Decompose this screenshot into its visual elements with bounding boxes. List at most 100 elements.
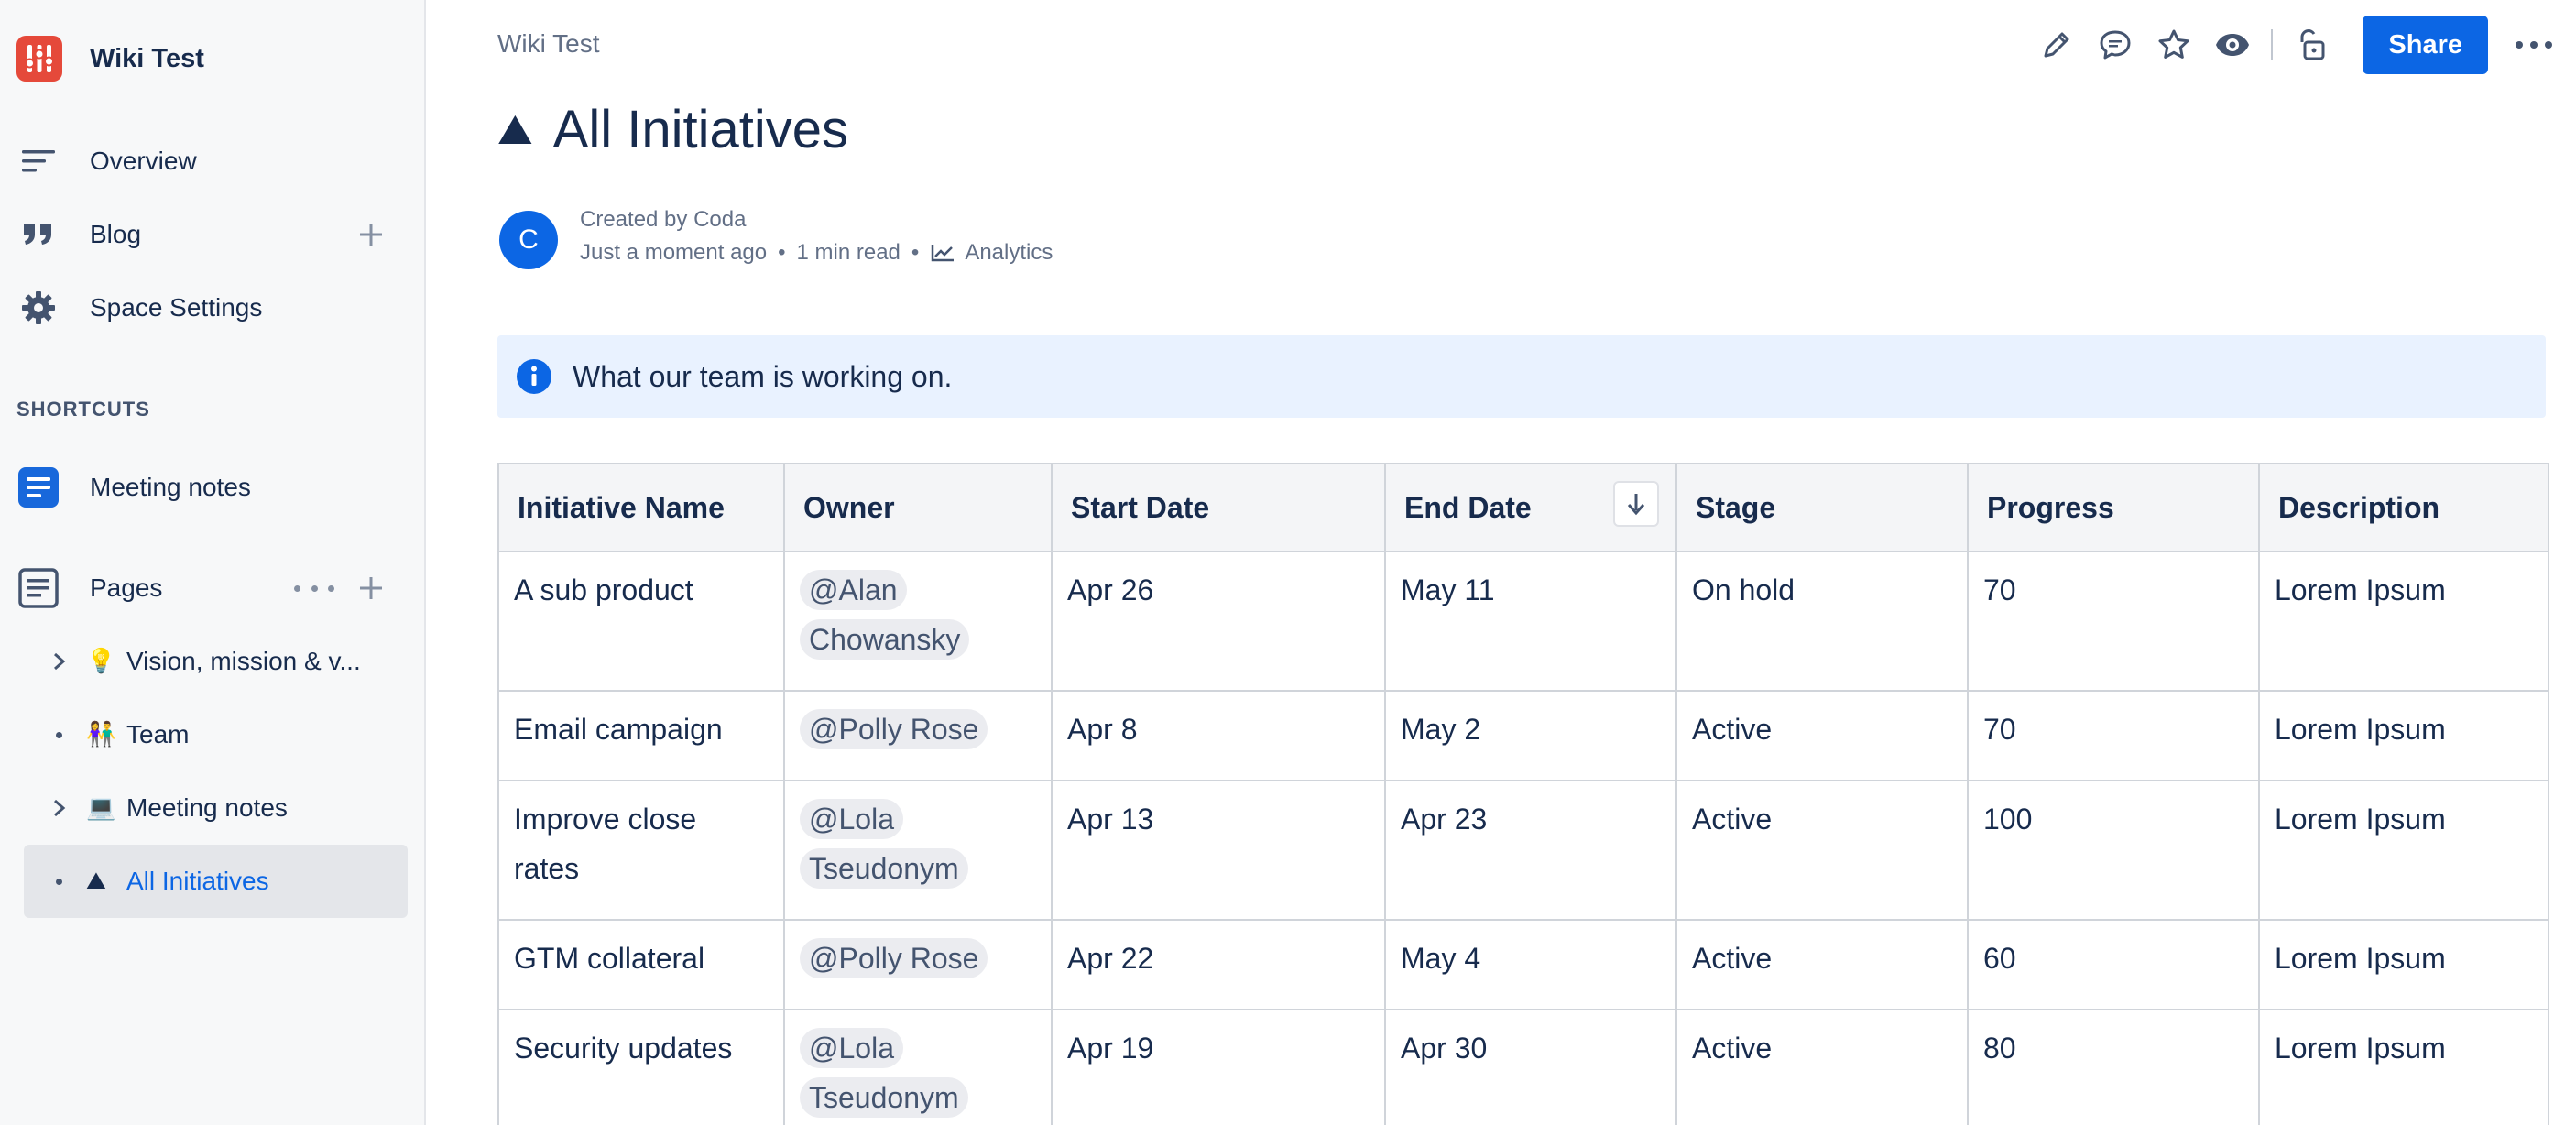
cell-progress[interactable]: 70	[1967, 551, 2260, 692]
page-toolbar: Share	[2035, 13, 2576, 77]
cell-stage[interactable]: Active	[1675, 780, 1969, 921]
info-panel: What our team is working on.	[497, 335, 2546, 418]
cell-end-date[interactable]: May 4	[1384, 919, 1677, 1010]
user-mention[interactable]: @Polly Rose	[800, 938, 988, 978]
info-text: What our team is working on.	[573, 359, 953, 393]
page-tree-item[interactable]: 💡 Vision, mission & v...	[24, 625, 408, 698]
add-page-plus-icon[interactable]	[355, 572, 387, 605]
byline-meta: Just a moment ago • 1 min read • Analyti…	[580, 240, 1053, 266]
page-tree-label: Meeting notes	[126, 793, 288, 822]
cell-initiative-name[interactable]: Improve close rates	[497, 780, 785, 921]
column-header[interactable]: Start Date	[1051, 463, 1386, 552]
cell-start-date[interactable]: Apr 26	[1051, 551, 1386, 692]
user-mention[interactable]: @Alan Chowansky	[800, 570, 970, 660]
sidebar-item-label: Pages	[90, 573, 163, 602]
table-row: Email campaign @Polly Rose Apr 8 May 2 A…	[497, 690, 2549, 781]
cell-end-date[interactable]: May 11	[1384, 551, 1677, 692]
sort-arrow-down-icon[interactable]	[1613, 481, 1659, 527]
cell-end-date[interactable]: May 2	[1384, 690, 1677, 781]
cell-progress[interactable]: 80	[1967, 1009, 2260, 1125]
cell-progress[interactable]: 70	[1967, 690, 2260, 781]
cell-description[interactable]: Lorem Ipsum	[2258, 690, 2549, 781]
add-blog-plus-icon[interactable]	[355, 218, 387, 251]
sidebar-item-space-settings[interactable]: Space Settings	[16, 279, 408, 337]
sidebar-item-shortcut-meeting-notes[interactable]: Meeting notes	[16, 458, 408, 517]
cell-description[interactable]: Lorem Ipsum	[2258, 919, 2549, 1010]
cell-initiative-name[interactable]: Email campaign	[497, 690, 785, 781]
mountain-emoji-icon: ⛰	[86, 867, 106, 895]
cell-owner[interactable]: @Lola Tseudonym	[783, 1009, 1053, 1125]
bullet-icon	[56, 731, 62, 738]
column-header[interactable]: Owner	[783, 463, 1053, 552]
sidebar-item-label: Overview	[90, 147, 197, 175]
main-content: Wiki Test Share ⛰ All Initiatives C Crea…	[428, 0, 2576, 1125]
column-header-label: End Date	[1404, 490, 1532, 524]
cell-end-date[interactable]: Apr 23	[1384, 780, 1677, 921]
cell-start-date[interactable]: Apr 13	[1051, 780, 1386, 921]
space-header[interactable]: Wiki Test	[16, 33, 204, 84]
watch-eye-icon[interactable]	[2210, 23, 2254, 67]
star-icon[interactable]	[2152, 23, 2196, 67]
sidebar-item-blog[interactable]: Blog	[16, 205, 408, 264]
gear-icon	[16, 286, 60, 330]
cell-stage[interactable]: Active	[1675, 919, 1969, 1010]
page-tree-label: Team	[126, 720, 190, 748]
cell-initiative-name[interactable]: A sub product	[497, 551, 785, 692]
more-actions-icon[interactable]	[2508, 23, 2560, 67]
column-header[interactable]: Stage	[1675, 463, 1969, 552]
quote-icon	[16, 213, 60, 257]
cell-owner[interactable]: @Polly Rose	[783, 919, 1053, 1010]
cell-owner[interactable]: @Lola Tseudonym	[783, 780, 1053, 921]
analytics-link[interactable]: Analytics	[930, 240, 1053, 266]
cell-progress[interactable]: 60	[1967, 919, 2260, 1010]
page-tree-item[interactable]: 💻 Meeting notes	[24, 771, 408, 845]
page-title: All Initiatives	[552, 100, 848, 159]
cell-description[interactable]: Lorem Ipsum	[2258, 780, 2549, 921]
read-time: 1 min read	[796, 240, 901, 265]
share-button[interactable]: Share	[2363, 16, 2488, 74]
page-tree-item[interactable]: 👫 Team	[24, 698, 408, 771]
breadcrumb[interactable]: Wiki Test	[497, 29, 600, 59]
column-header-sorted[interactable]: End Date	[1384, 463, 1677, 552]
initiatives-table: Initiative Name Owner Start Date End Dat…	[497, 463, 2549, 1125]
column-header[interactable]: Initiative Name	[497, 463, 785, 552]
cell-start-date[interactable]: Apr 22	[1051, 919, 1386, 1010]
sidebar-item-overview[interactable]: Overview	[16, 132, 408, 191]
dot-separator: •	[911, 240, 920, 265]
document-icon	[16, 465, 60, 509]
cell-description[interactable]: Lorem Ipsum	[2258, 1009, 2549, 1125]
cell-start-date[interactable]: Apr 19	[1051, 1009, 1386, 1125]
cell-description[interactable]: Lorem Ipsum	[2258, 551, 2549, 692]
page-tree-label: Vision, mission & v...	[126, 647, 361, 675]
mountain-emoji-icon[interactable]: ⛰	[497, 104, 533, 156]
user-mention[interactable]: @Lola Tseudonym	[800, 1028, 968, 1118]
column-header[interactable]: Progress	[1967, 463, 2260, 552]
sidebar-item-pages[interactable]: Pages	[16, 559, 408, 617]
comment-icon[interactable]	[2093, 23, 2137, 67]
user-mention[interactable]: @Lola Tseudonym	[800, 799, 968, 889]
cell-owner[interactable]: @Polly Rose	[783, 690, 1053, 781]
space-logo-icon	[16, 36, 62, 82]
unlocked-icon[interactable]	[2289, 23, 2333, 67]
cell-owner[interactable]: @Alan Chowansky	[783, 551, 1053, 692]
chevron-right-icon[interactable]	[48, 650, 70, 672]
avatar[interactable]: C	[499, 211, 558, 269]
cell-end-date[interactable]: Apr 30	[1384, 1009, 1677, 1125]
chevron-right-icon[interactable]	[48, 797, 70, 819]
table-header-row: Initiative Name Owner Start Date End Dat…	[497, 463, 2549, 552]
page-tree-item-selected[interactable]: ⛰ All Initiatives	[24, 845, 408, 918]
cell-initiative-name[interactable]: GTM collateral	[497, 919, 785, 1010]
cell-stage[interactable]: On hold	[1675, 551, 1969, 692]
column-header[interactable]: Description	[2258, 463, 2549, 552]
analytics-chart-icon	[932, 245, 955, 262]
cell-initiative-name[interactable]: Security updates	[497, 1009, 785, 1125]
cell-progress[interactable]: 100	[1967, 780, 2260, 921]
table-row: A sub product @Alan Chowansky Apr 26 May…	[497, 551, 2549, 692]
sidebar-item-label: Space Settings	[90, 293, 263, 322]
pages-more-icon[interactable]	[294, 572, 334, 605]
cell-stage[interactable]: Active	[1675, 690, 1969, 781]
cell-start-date[interactable]: Apr 8	[1051, 690, 1386, 781]
edit-pencil-icon[interactable]	[2035, 23, 2079, 67]
cell-stage[interactable]: Active	[1675, 1009, 1969, 1125]
user-mention[interactable]: @Polly Rose	[800, 709, 988, 749]
